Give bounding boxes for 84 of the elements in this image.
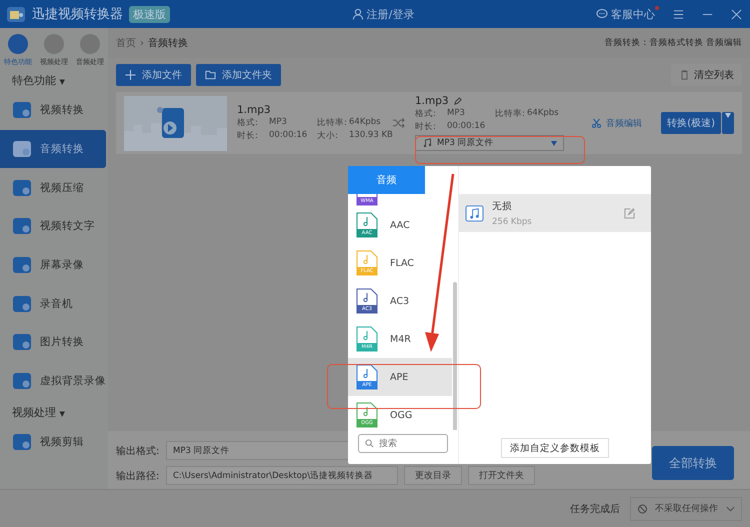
feature-icon [12,140,32,158]
format-dropdown[interactable]: MP3 同原文件 [415,135,564,151]
category-icon [8,34,28,54]
folder-icon [205,70,216,80]
preset-bitrate: 256 Kbps [492,216,532,226]
music-note-icon [422,138,433,148]
feature-icon [12,256,32,274]
chat-icon [596,8,608,20]
open-folder-button[interactable]: 打开文件夹 [468,466,535,485]
sidebar-item[interactable]: 屏幕录像 [0,246,108,284]
sidebar-item[interactable]: 录音机 [0,284,108,324]
field-label: 格式: [237,117,259,129]
category-icon [44,34,64,54]
trash-icon [679,70,690,80]
field-label: 大小: [317,130,339,142]
output-format-label: 输出格式: [116,444,160,458]
feature-icon [12,217,32,236]
field-value: 00:00:16 [447,121,486,133]
convert-button[interactable]: 转换(极速) [661,112,721,134]
music-note-icon [465,204,484,222]
caret-icon [551,140,557,146]
add-file-button[interactable]: 添加文件 [116,64,191,86]
file-name: 1.mp3 [237,104,272,116]
scissors-icon [591,118,602,128]
feature-icon [12,432,32,451]
feature-icon [12,178,32,197]
plus-icon [125,70,136,80]
field-label: 格式: [415,108,437,120]
clear-list-button[interactable]: 清空列表 [671,64,742,86]
sidebar-item[interactable]: 音频转换 [0,130,106,168]
app-title: 迅捷视频转换器 [32,6,123,23]
sidebar-item[interactable]: 视频转换 [0,91,108,130]
field-label: 时长: [415,121,437,133]
field-value: MP3 [269,117,288,129]
edition-badge: 极速版 [129,6,170,22]
app-logo-icon [6,4,26,24]
convert-options-button[interactable] [722,112,734,134]
field-label: 比特率: [495,108,523,120]
breadcrumb-hint: 音频转换：音频格式转换 音频编辑 [604,37,742,49]
convert-all-button[interactable]: 全部转换 [652,446,734,480]
sidebar-item[interactable]: 视频压缩 [0,168,108,208]
output-path-field[interactable]: C:\Users\Administrator\Desktop\迅捷视频转换器 [166,466,398,485]
add-template-button[interactable]: 添加自定义参数模板 [501,438,609,458]
field-label: 时长: [237,130,259,142]
login-link[interactable]: 注册/登录 [352,6,414,22]
sidebar-item[interactable]: 图片转换 [0,323,108,362]
feature-icon [12,333,32,352]
prohibited-icon [637,504,648,514]
audio-tab[interactable]: 音频 [348,166,425,194]
audio-edit-link[interactable]: 音频编辑 [591,116,642,130]
shuffle-icon [392,118,405,128]
output-file-name: 1.mp3 [415,95,575,107]
user-icon [352,8,364,20]
scrollbar[interactable] [453,282,457,430]
after-task-dropdown[interactable]: 不采取任何操作 [630,496,742,520]
sidebar-item[interactable]: 视频剪辑 [0,422,108,462]
feature-icon [12,101,32,120]
breadcrumb-current: 音频转换 [148,36,188,50]
field-value: 00:00:16 [269,130,308,142]
menu-icon[interactable] [673,8,684,20]
change-directory-button[interactable]: 更改目录 [404,466,462,485]
breadcrumb-separator: › [140,38,144,48]
sidebar-item[interactable]: 虚拟背景录像 [0,362,108,400]
field-value: MP3 [447,108,466,120]
category-icon [80,34,100,54]
feature-icon [12,294,32,313]
audio-thumbnail-icon [124,96,227,150]
after-task-label: 任务完成后 [570,502,620,516]
field-value: 130.93 KB [349,130,391,142]
feature-icon [12,372,32,390]
output-path-label: 输出路径: [116,470,160,482]
search-field[interactable]: 搜索 [358,434,448,453]
close-icon[interactable] [731,8,742,20]
field-value: 64Kpbs [527,108,560,120]
sidebar-item[interactable]: 视频转文字 [0,207,108,246]
field-value: 64Kpbs [349,117,382,129]
add-folder-button[interactable]: 添加文件夹 [196,64,281,86]
field-label: 比特率: [317,117,345,129]
search-icon [365,439,374,448]
breadcrumb-link[interactable]: 首页 [116,36,136,50]
pencil-icon[interactable] [452,96,462,106]
chevron-down-icon [726,506,735,512]
preset-name: 无损 [492,200,513,212]
preset-item[interactable]: 无损 256 Kbps [459,194,651,232]
